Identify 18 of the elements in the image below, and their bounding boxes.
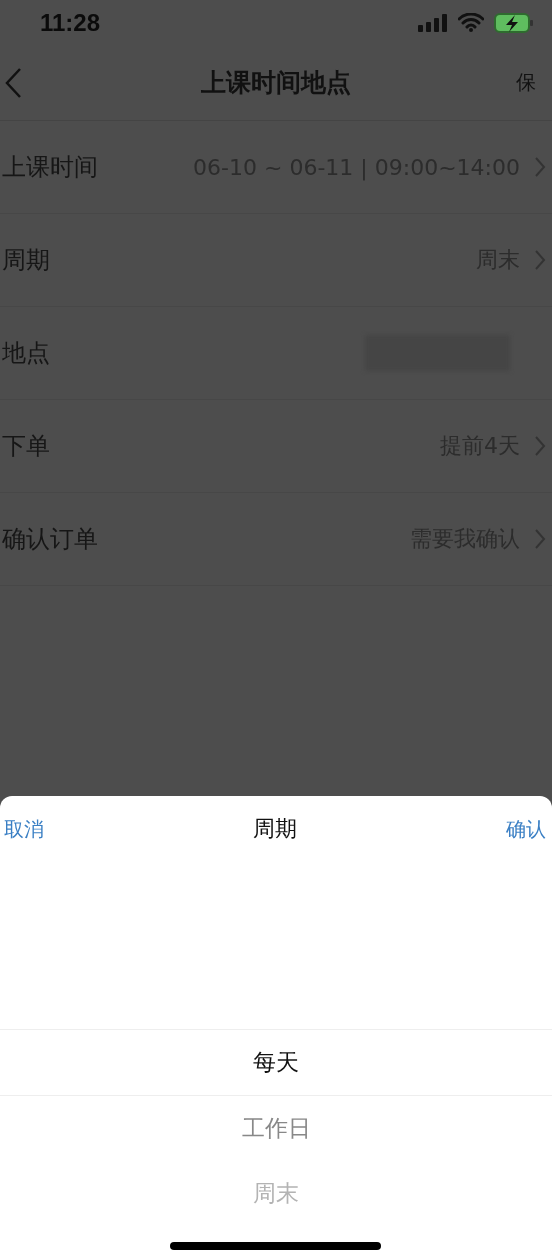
battery-charging-icon	[494, 12, 534, 33]
chevron-right-icon	[534, 528, 546, 550]
save-button[interactable]: 保	[516, 69, 536, 96]
picker-option[interactable]: 每天	[253, 1047, 299, 1078]
chevron-right-icon	[534, 435, 546, 457]
picker-option[interactable]: 周末	[253, 1178, 299, 1209]
confirm-button[interactable]: 确认	[506, 815, 546, 843]
wifi-icon	[458, 13, 484, 32]
chevron-right-icon	[534, 156, 546, 178]
row-label: 地点	[2, 338, 50, 369]
picker-option[interactable]: 工作日	[241, 1113, 311, 1144]
sheet-title: 周期	[253, 815, 297, 843]
status-time: 11:28	[40, 8, 101, 37]
page-title: 上课时间地点	[201, 67, 351, 99]
chevron-right-icon	[534, 249, 546, 271]
cancel-button[interactable]: 取消	[4, 815, 44, 843]
signal-icon	[418, 13, 448, 32]
settings-row[interactable]: 地点	[0, 307, 552, 400]
